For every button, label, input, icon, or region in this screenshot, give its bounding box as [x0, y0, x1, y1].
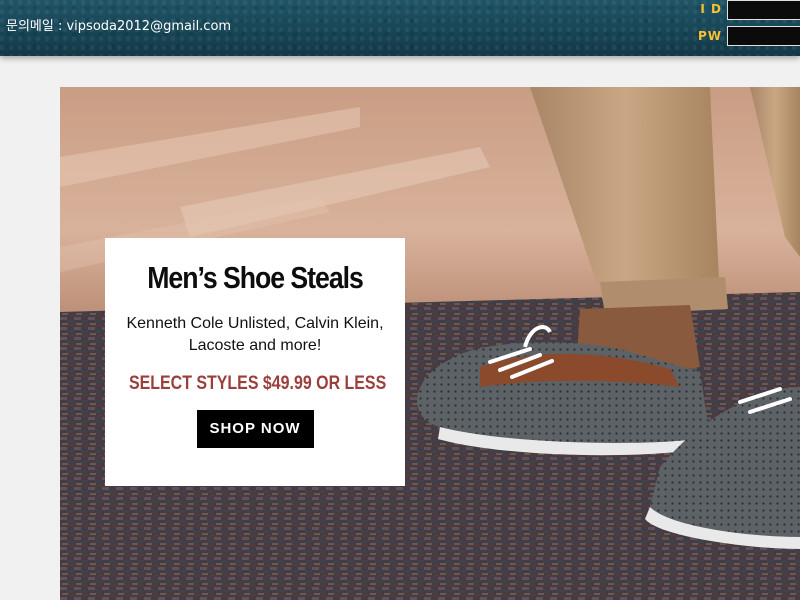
- shop-now-button[interactable]: SHOP NOW: [196, 410, 314, 448]
- promo-card: Men’s Shoe Steals Kenneth Cole Unlisted,…: [105, 238, 405, 486]
- promo-title: Men’s Shoe Steals: [147, 260, 364, 295]
- contact-email-text: 문의메일 : vipsoda2012@gmail.com: [6, 19, 232, 34]
- promo-price-text: SELECT STYLES $49.99 OR LESS: [129, 373, 387, 394]
- promo-subtitle: Kenneth Cole Unlisted, Calvin Klein, Lac…: [126, 315, 384, 354]
- id-label: I D: [700, 2, 722, 16]
- pw-input[interactable]: [727, 26, 800, 46]
- id-input[interactable]: [727, 0, 800, 20]
- pw-label: PW: [697, 29, 722, 43]
- hero-banner[interactable]: Men’s Shoe Steals Kenneth Cole Unlisted,…: [60, 87, 800, 600]
- top-header-bar: 문의메일 : vipsoda2012@gmail.com I D PW: [0, 0, 800, 56]
